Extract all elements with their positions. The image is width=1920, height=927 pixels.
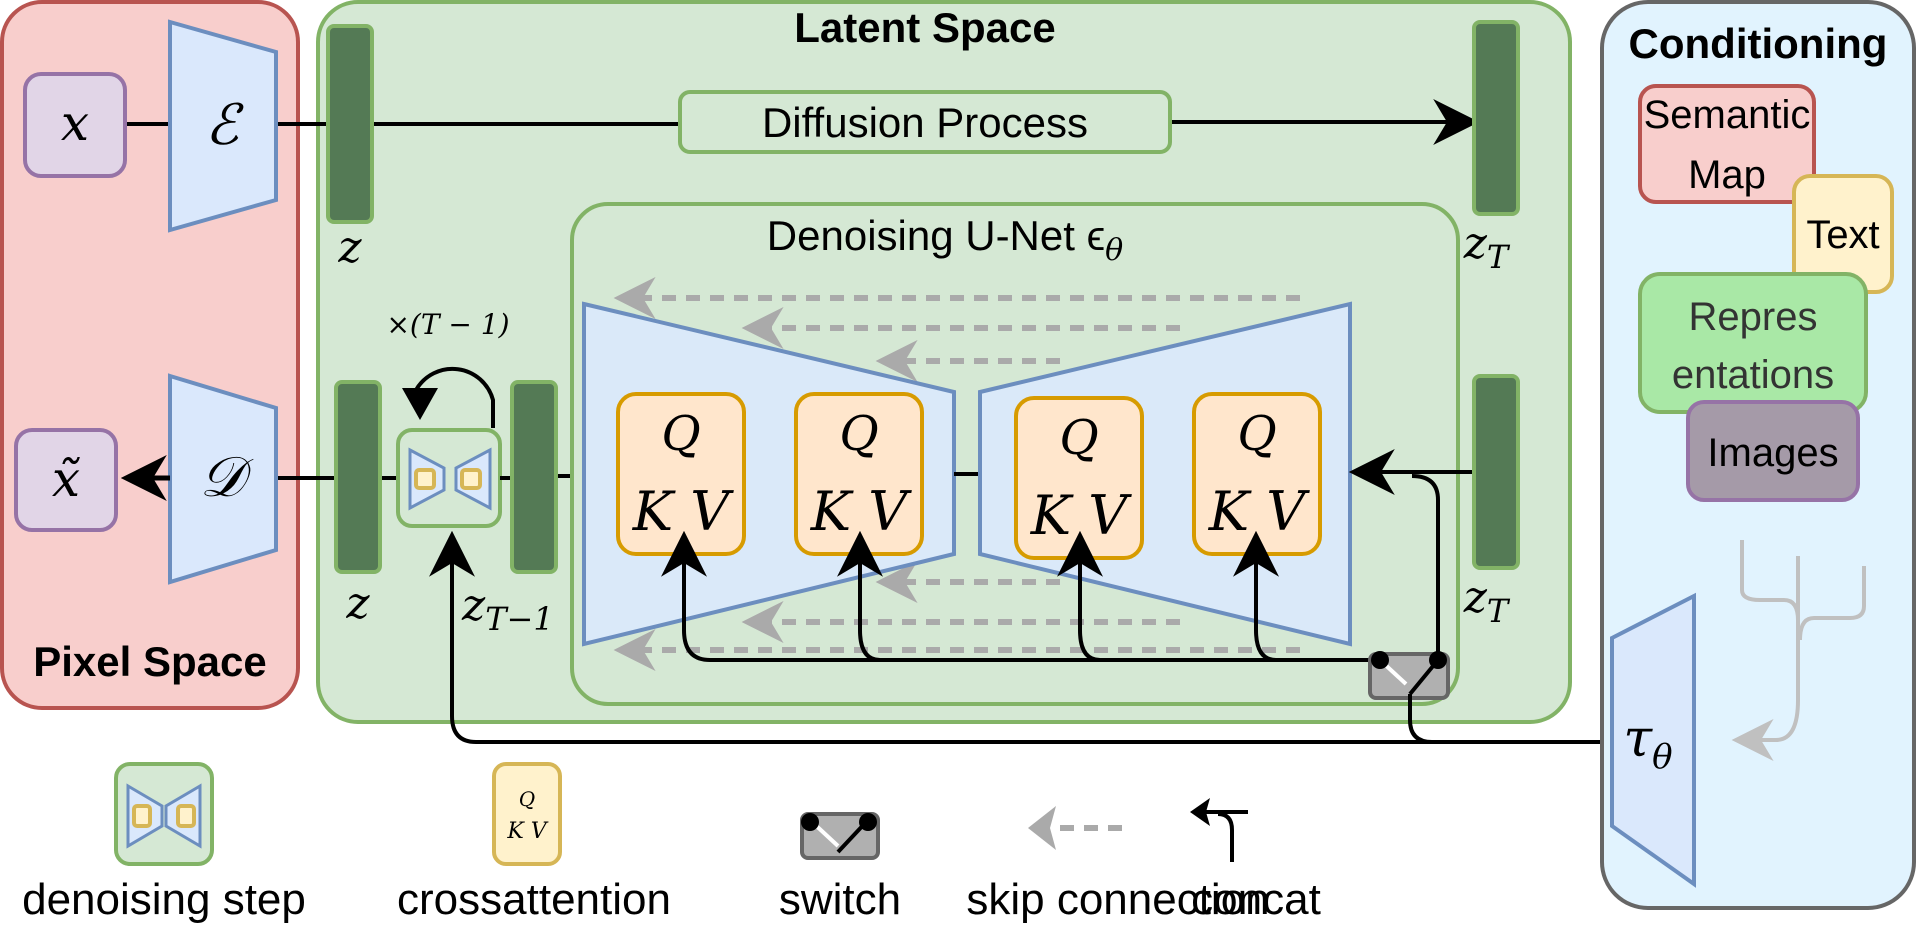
legend-kv: K V bbox=[506, 819, 548, 844]
input-image-label: x bbox=[61, 94, 89, 152]
condition-images[interactable]: Images bbox=[1686, 400, 1860, 502]
loop-count-label: ×(T − 1) bbox=[386, 308, 509, 341]
concat-icon bbox=[1190, 798, 1248, 862]
legend-label-switch: switch bbox=[779, 875, 901, 924]
legend: denoising step Q K V crossattention swit… bbox=[22, 762, 1321, 924]
legend-label-denoising-step: denoising step bbox=[22, 875, 306, 924]
switch-icon bbox=[800, 812, 880, 860]
query-label: Q bbox=[839, 406, 878, 462]
key-value-label: K V bbox=[1030, 484, 1133, 547]
skip-connection-icon bbox=[1028, 806, 1122, 850]
semantic-map-label-1: Semantic bbox=[1644, 93, 1811, 137]
crossattention-block-1[interactable]: Q K V bbox=[616, 392, 746, 556]
switch-node[interactable] bbox=[1368, 651, 1450, 700]
crossattention-icon: Q K V bbox=[492, 762, 562, 866]
query-label: Q bbox=[1237, 406, 1276, 462]
crossattention-block-2[interactable]: Q K V bbox=[794, 392, 924, 556]
legend-label-crossattention: crossattention bbox=[397, 875, 671, 924]
conditioning-region: Conditioning Semantic Map Text Repres en… bbox=[1600, 0, 1916, 910]
switch-contact-right bbox=[1429, 651, 1447, 669]
text-label: Text bbox=[1806, 213, 1879, 257]
legend-label-concat: concat bbox=[1191, 875, 1321, 924]
diffusion-process-label: Diffusion Process bbox=[762, 99, 1088, 146]
zT-latent-bar-bottom[interactable] bbox=[1472, 374, 1520, 570]
condition-representations[interactable]: Repres entations bbox=[1638, 272, 1868, 414]
legend-q: Q bbox=[519, 787, 535, 811]
latent-diffusion-diagram: Pixel Space x ℰ x̃ 𝒟 Latent Space z Diff… bbox=[0, 0, 1916, 924]
z-latent-bar-top[interactable] bbox=[326, 24, 374, 224]
key-value-label: K V bbox=[1208, 480, 1311, 543]
key-value-label: K V bbox=[632, 480, 735, 543]
output-image-label: x̃ bbox=[52, 450, 80, 508]
denoising-step-node[interactable] bbox=[396, 428, 502, 528]
encoder-label: ℰ bbox=[205, 93, 244, 158]
key-value-label: K V bbox=[810, 480, 913, 543]
z-label-top: z bbox=[337, 222, 362, 273]
semantic-map-label-2: Map bbox=[1688, 153, 1766, 197]
representations-label-2: entations bbox=[1672, 353, 1834, 397]
zT-1-latent-bar[interactable] bbox=[510, 380, 558, 574]
denoising-step-icon bbox=[114, 762, 214, 866]
condition-semantic-map[interactable]: Semantic Map bbox=[1638, 84, 1816, 204]
query-label: Q bbox=[1059, 410, 1098, 466]
pixel-space-region: Pixel Space x ℰ x̃ 𝒟 bbox=[0, 0, 300, 710]
z-label-bottom: z bbox=[345, 578, 370, 629]
switch-contact-left bbox=[1371, 651, 1389, 669]
crossattention-block-3[interactable]: Q K V bbox=[1014, 396, 1144, 560]
latent-space-region: Latent Space z Diffusion Process zT z ×(… bbox=[278, 0, 1610, 744]
conditioning-title: Conditioning bbox=[1629, 20, 1888, 67]
representations-label-1: Repres bbox=[1689, 295, 1818, 339]
query-label: Q bbox=[661, 406, 700, 462]
pixel-space-title: Pixel Space bbox=[33, 638, 266, 685]
step-right-qkv bbox=[460, 468, 482, 490]
images-label: Images bbox=[1707, 431, 1838, 475]
zT-latent-bar-top[interactable] bbox=[1472, 20, 1520, 216]
crossattention-block-4[interactable]: Q K V bbox=[1192, 392, 1322, 556]
latent-space-title: Latent Space bbox=[794, 4, 1055, 51]
z-latent-bar-bottom[interactable] bbox=[334, 380, 382, 574]
step-left-qkv bbox=[414, 468, 436, 490]
